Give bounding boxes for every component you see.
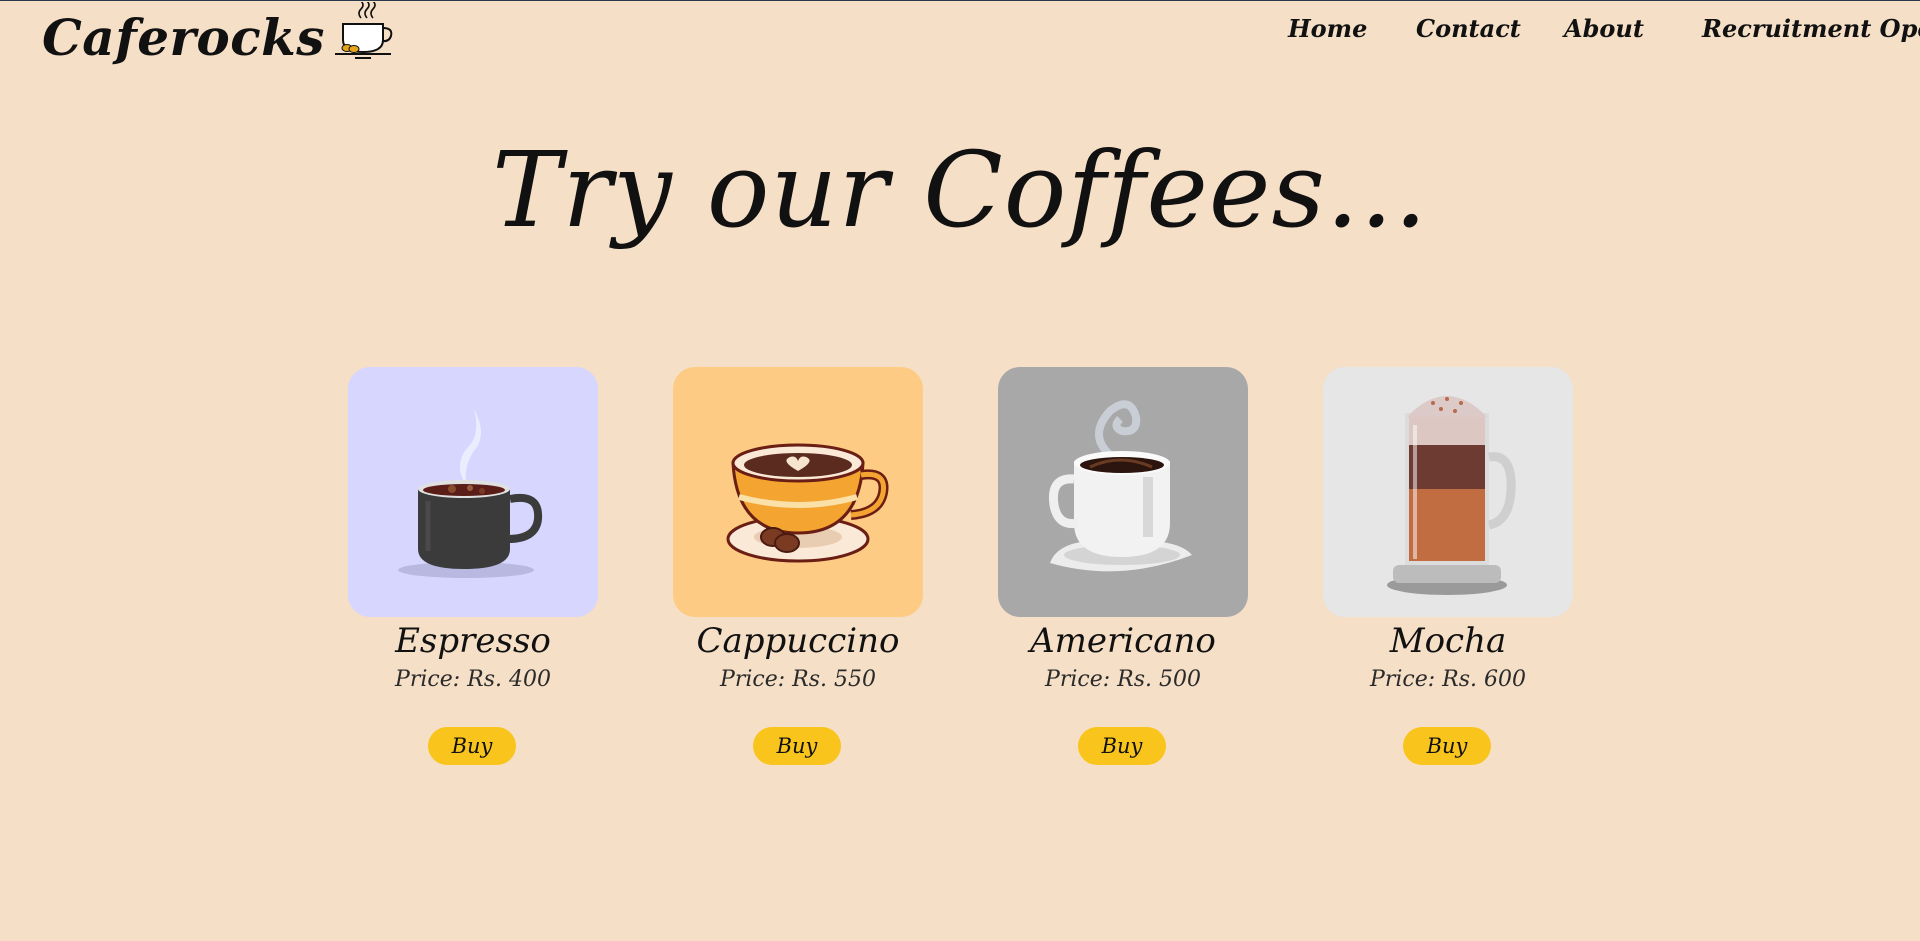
nav-contact-link[interactable]: Contact xyxy=(1416,14,1521,43)
product-name: Espresso xyxy=(395,621,551,661)
page-title: Try our Coffees... xyxy=(491,129,1429,251)
nav-about-link[interactable]: About xyxy=(1564,14,1644,43)
product-card-americano: Americano Price: Rs. 500 Buy xyxy=(998,367,1248,765)
product-price: Price: Rs. 600 xyxy=(1370,667,1526,692)
espresso-mug-icon xyxy=(348,367,598,617)
buy-button[interactable]: Buy xyxy=(1078,727,1166,765)
product-name: Americano xyxy=(1030,621,1216,661)
mocha-glass-icon xyxy=(1323,367,1573,617)
product-price: Price: Rs. 400 xyxy=(395,667,551,692)
nav-home-link[interactable]: Home xyxy=(1288,14,1367,43)
buy-button[interactable]: Buy xyxy=(753,727,841,765)
product-price: Price: Rs. 550 xyxy=(720,667,876,692)
nav-recruitment-link[interactable]: Recruitment Open xyxy=(1702,14,1920,43)
product-card-mocha: Mocha Price: Rs. 600 Buy xyxy=(1323,367,1573,765)
product-card-espresso: Espresso Price: Rs. 400 Buy xyxy=(348,367,598,765)
product-name: Mocha xyxy=(1389,621,1507,661)
main-nav: Home Contact About Recruitment Open xyxy=(0,14,1920,54)
buy-button[interactable]: Buy xyxy=(428,727,516,765)
americano-cup-icon xyxy=(998,367,1248,617)
buy-button[interactable]: Buy xyxy=(1403,727,1491,765)
cappuccino-cup-icon xyxy=(673,367,923,617)
top-border xyxy=(0,0,1920,1)
product-price: Price: Rs. 500 xyxy=(1045,667,1201,692)
product-card-cappuccino: Cappuccino Price: Rs. 550 Buy xyxy=(673,367,923,765)
product-name: Cappuccino xyxy=(696,621,900,661)
